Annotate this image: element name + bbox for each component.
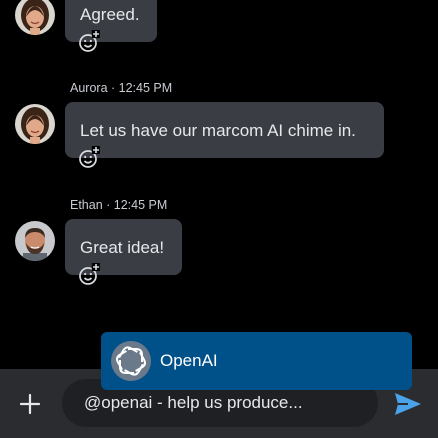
chat-window: Agreed. Aurora · 12:45 PM Let us have ou… (0, 0, 438, 438)
message-text: Great idea! (80, 238, 165, 257)
plus-icon (19, 393, 41, 415)
message-text: Let us have our marcom AI chime in. (80, 121, 356, 140)
add-reaction-button[interactable] (77, 146, 101, 170)
man-avatar-icon (15, 221, 55, 261)
openai-logo (111, 341, 151, 381)
message-meta: Ethan · 12:45 PM (70, 198, 168, 212)
send-button[interactable] (393, 391, 423, 417)
mention-suggestion-openai[interactable]: OpenAI (101, 332, 412, 390)
message-meta: Aurora · 12:45 PM (70, 81, 173, 95)
add-reaction-icon (79, 263, 100, 285)
avatar-ethan[interactable] (15, 221, 55, 261)
add-reaction-button[interactable] (77, 30, 101, 54)
add-reaction-button[interactable] (77, 263, 101, 287)
message-text: Agreed. (80, 5, 140, 24)
woman-avatar-icon (15, 0, 55, 35)
woman-avatar-icon (15, 104, 55, 144)
message-bubble: Let us have our marcom AI chime in. (65, 102, 384, 158)
add-reaction-icon (79, 146, 100, 168)
send-icon (395, 393, 421, 415)
mention-suggestion-name: OpenAI (160, 351, 218, 370)
add-reaction-icon (79, 30, 100, 52)
add-attachment-button[interactable] (18, 392, 42, 416)
avatar-aurora[interactable] (15, 104, 55, 144)
openai-logo-icon (116, 346, 146, 376)
avatar-aurora[interactable] (15, 0, 55, 35)
